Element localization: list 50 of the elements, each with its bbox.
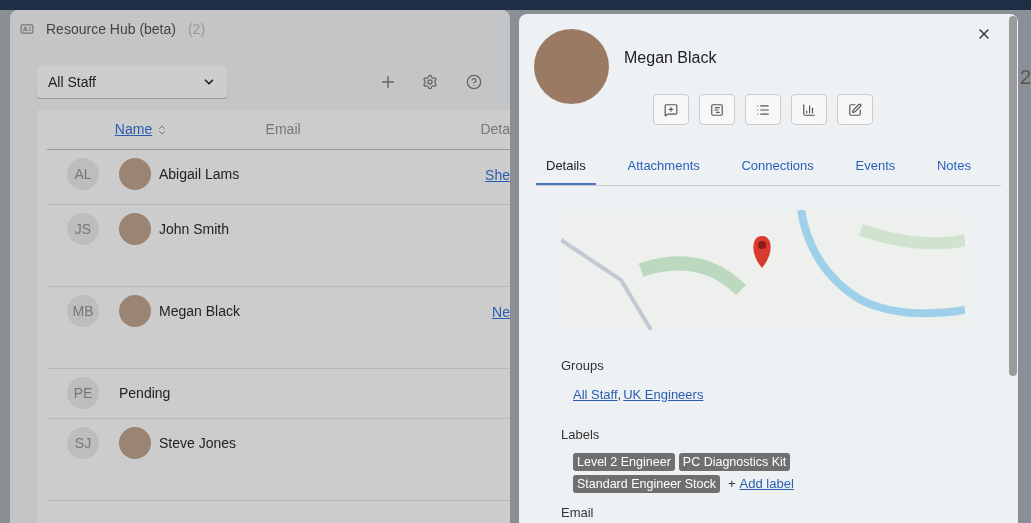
help-icon[interactable] (466, 74, 482, 90)
initials-avatar: PE (67, 377, 99, 409)
detail-link[interactable]: Ne (492, 287, 510, 323)
tab[interactable]: Events (845, 156, 906, 185)
list-icon (756, 102, 770, 117)
staff-name: Megan Black (159, 301, 240, 321)
plus-text: + (728, 475, 736, 493)
settings-icon[interactable] (422, 74, 438, 90)
staff-name: John Smith (159, 219, 230, 239)
window-title: Resource Hub (beta) (46, 19, 176, 39)
initials-avatar: AL (67, 158, 99, 190)
initials-avatar: SJ (67, 427, 99, 459)
group-link[interactable]: UK Engineers (623, 385, 704, 405)
label-chip: PC Diagnostics Kit (678, 453, 791, 471)
column-header: Deta (480, 120, 510, 139)
column-header: Email (265, 120, 302, 139)
chart-icon (802, 102, 816, 117)
staff-name: Abigail Lams (159, 164, 240, 184)
group-link[interactable]: All Staff (573, 385, 618, 405)
add-icon[interactable] (379, 73, 397, 91)
tab[interactable]: Notes (927, 156, 981, 185)
background-text: 2 (1019, 65, 1031, 90)
tab[interactable]: Attachments (617, 156, 710, 185)
form-icon (710, 102, 724, 117)
person-name: Megan Black (624, 48, 718, 68)
staff-name: Steve Jones (159, 433, 237, 453)
initials-avatar: JS (67, 213, 99, 245)
list-button[interactable] (745, 94, 781, 125)
tab[interactable]: Details (536, 156, 596, 185)
section-label: Email (561, 505, 595, 520)
edit-button[interactable] (837, 94, 873, 125)
label-chip: Standard Engineer Stock (573, 474, 720, 493)
card-icon (20, 22, 34, 36)
detail-link[interactable]: She (485, 150, 510, 186)
separator-text: , (617, 386, 622, 404)
comment-button[interactable] (653, 94, 689, 125)
section-label: Groups (561, 356, 605, 375)
staff-name: Pending (119, 383, 171, 403)
comment-icon (664, 102, 678, 117)
add-label-link[interactable]: Add label (739, 474, 794, 494)
tab[interactable]: Connections (731, 156, 824, 185)
form-button[interactable] (699, 94, 735, 125)
initials-avatar: MB (67, 295, 99, 327)
label-chip: Level 2 Engineer (573, 453, 675, 471)
name-column-header[interactable]: Name (114, 119, 266, 140)
edit-icon (848, 102, 862, 117)
scrollbar[interactable] (1009, 16, 1017, 376)
staff-filter-dropdown[interactable]: All Staff (37, 66, 227, 98)
section-label: Labels (561, 425, 601, 444)
chart-button[interactable] (791, 94, 827, 125)
